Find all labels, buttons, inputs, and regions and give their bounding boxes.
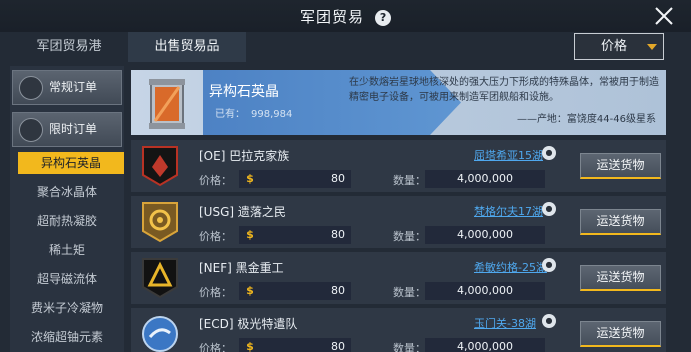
ship-goods-button[interactable]: 运送货物 (580, 153, 661, 179)
sidebar-item-fermion[interactable]: 费米子冷凝物 (10, 297, 124, 319)
sidebar-item-ice-crystal[interactable]: 聚合冰晶体 (10, 181, 124, 203)
help-icon[interactable]: ? (375, 10, 392, 26)
location-pin-icon[interactable]: ● (542, 202, 556, 216)
owned-value: 998,984 (251, 109, 293, 120)
category-timed-orders[interactable]: 限时订单 (12, 112, 122, 147)
price-label: 价格： (199, 230, 232, 243)
price-field: $80 (239, 282, 351, 300)
sort-dropdown[interactable]: 价格 (574, 33, 664, 60)
sort-label: 价格 (601, 39, 628, 54)
price-value: 80 (331, 228, 345, 241)
coin-icon: $ (246, 228, 254, 241)
sidebar: 常规订单 限时订单 异构石英晶 聚合冰晶体 超耐热凝胶 稀土矩 超导磁流体 费米… (10, 66, 124, 352)
quantity-value: 4,000,000 (425, 338, 545, 352)
sidebar-item-heat-gel[interactable]: 超耐热凝胶 (10, 210, 124, 232)
corp-name: [NEF] 黑金重工 (199, 261, 284, 275)
location-link[interactable]: 屈塔希亚15湖 (474, 147, 543, 163)
item-banner: 异构石英晶 已有： 998,984 在少数熔岩星球地核深处的强大压力下形成的特殊晶… (131, 70, 666, 135)
ship-goods-button[interactable]: 运送货物 (580, 209, 661, 235)
oe-emblem-icon (142, 146, 178, 187)
category-label: 常规订单 (49, 80, 98, 94)
sidebar-item-magnetic-fluid[interactable]: 超导磁流体 (10, 268, 124, 290)
sidebar-item-rare-earth[interactable]: 稀土矩 (10, 239, 124, 261)
quantity-value: 4,000,000 (425, 170, 545, 188)
item-description: 在少数熔岩星球地核深处的强大压力下形成的特殊晶体，常被用于制造精密电子设备，可被… (349, 77, 659, 103)
quantity-label: 数量： (393, 230, 426, 243)
order-row: [ECD] 极光特遣队 玉门关-38湖 ● 价格： $80 数量： 4,000,… (131, 308, 666, 352)
banner-item-name: 异构石英晶 (209, 84, 279, 100)
price-value: 80 (331, 172, 345, 185)
coin-icon: $ (246, 284, 254, 297)
location-pin-icon[interactable]: ● (542, 146, 556, 160)
price-field: $80 (239, 170, 351, 188)
tab-legion-trade-port[interactable]: 军团贸易港 (14, 32, 124, 62)
item-origin: ——产地：富饶度44-46级星系 (516, 114, 656, 125)
price-value: 80 (331, 340, 345, 352)
sidebar-item-quartz[interactable]: 异构石英晶 (18, 152, 124, 174)
quantity-label: 数量： (393, 342, 426, 352)
usg-emblem-icon (142, 202, 178, 243)
regular-order-icon (19, 76, 43, 100)
crate-icon (149, 79, 185, 129)
corp-name: [OE] 巴拉克家族 (199, 149, 290, 163)
location-pin-icon[interactable]: ● (542, 314, 556, 328)
tab-sell-trade-goods[interactable]: 出售贸易品 (128, 32, 246, 62)
price-label: 价格： (199, 174, 232, 187)
title-bar: 军团贸易 ? (0, 0, 691, 32)
category-label: 限时订单 (49, 122, 98, 136)
quantity-label: 数量： (393, 174, 426, 187)
coin-icon: $ (246, 340, 254, 352)
location-link[interactable]: 梵格尔夫17湖 (474, 203, 543, 219)
location-link[interactable]: 希敏约格-25湖 (474, 259, 547, 275)
quantity-label: 数量： (393, 286, 426, 299)
order-row: [USG] 遗落之民 梵格尔夫17湖 ● 价格： $80 数量： 4,000,0… (131, 196, 666, 248)
price-label: 价格： (199, 286, 232, 299)
order-row: [OE] 巴拉克家族 屈塔希亚15湖 ● 价格： $80 数量： 4,000,0… (131, 140, 666, 192)
location-link[interactable]: 玉门关-38湖 (474, 315, 536, 331)
timed-order-icon (19, 118, 43, 142)
price-field: $80 (239, 338, 351, 352)
page-title: 军团贸易 (299, 8, 364, 26)
owned-label: 已有： (215, 109, 245, 120)
chevron-down-icon (647, 44, 657, 50)
ship-goods-button[interactable]: 运送货物 (580, 265, 661, 291)
quantity-value: 4,000,000 (425, 226, 545, 244)
price-label: 价格： (199, 342, 232, 352)
close-icon[interactable] (653, 5, 675, 27)
location-pin-icon[interactable]: ● (542, 258, 556, 272)
nef-emblem-icon (142, 258, 178, 299)
sidebar-item-transuranic[interactable]: 浓缩超铀元素 (10, 326, 124, 348)
corp-name: [USG] 遗落之民 (199, 205, 286, 219)
owned-count: 已有： 998,984 (209, 105, 292, 120)
price-value: 80 (331, 284, 345, 297)
order-row: [NEF] 黑金重工 希敏约格-25湖 ● 价格： $80 数量： 4,000,… (131, 252, 666, 304)
ecd-emblem-icon (142, 316, 178, 352)
coin-icon: $ (246, 172, 254, 185)
quantity-value: 4,000,000 (425, 282, 545, 300)
corp-name: [ECD] 极光特遣队 (199, 317, 298, 331)
ship-goods-button[interactable]: 运送货物 (580, 321, 661, 347)
category-regular-orders[interactable]: 常规订单 (12, 70, 122, 105)
price-field: $80 (239, 226, 351, 244)
